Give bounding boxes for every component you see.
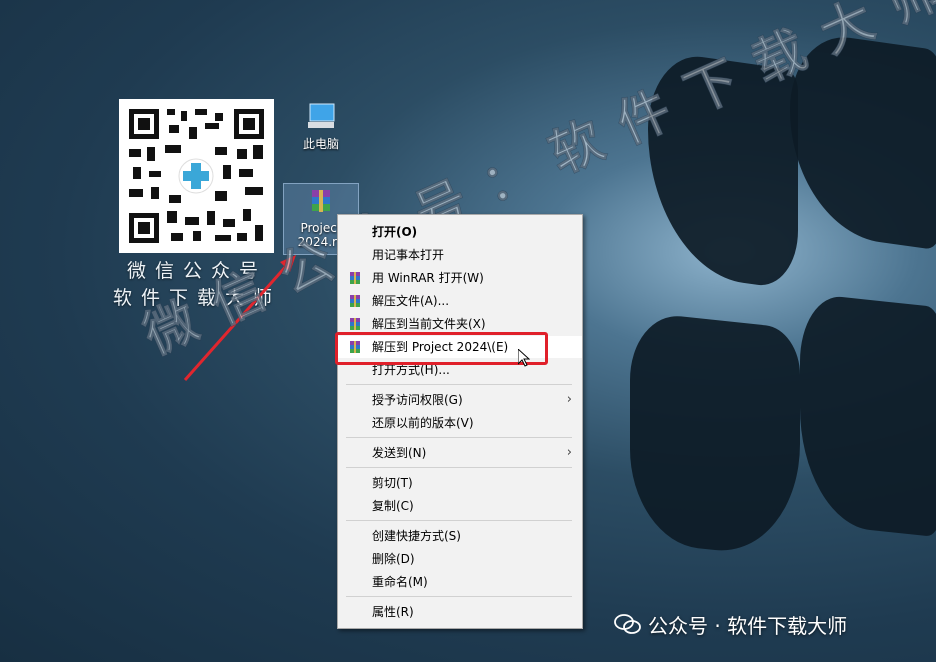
winrar-icon [350,318,360,330]
menu-separator [346,384,572,385]
menu-item-rename[interactable]: 重命名(M) [338,571,582,593]
menu-item-create-shortcut[interactable]: 创建快捷方式(S) [338,525,582,547]
chevron-right-icon: › [566,445,572,460]
menu-item-copy[interactable]: 复制(C) [338,495,582,517]
menu-item-properties[interactable]: 属性(R) [338,601,582,623]
menu-separator [346,467,572,468]
footer-account-name: 公众号 · 软件下载大师 [648,614,848,638]
menu-separator [346,596,572,597]
winrar-icon [350,295,360,307]
menu-item-extract-files[interactable]: 解压文件(A)... [338,290,582,312]
menu-separator [346,437,572,438]
highlight-box [335,332,548,365]
menu-item-give-access[interactable]: 授予访问权限(G) › [338,389,582,411]
wechat-icon [614,614,641,634]
context-menu: 打开(O) 用记事本打开 用 WinRAR 打开(W) 解压文件(A)... 解… [337,214,583,629]
menu-item-open-with-winrar[interactable]: 用 WinRAR 打开(W) [338,267,582,289]
menu-item-cut[interactable]: 剪切(T) [338,472,582,494]
menu-separator [346,520,572,521]
menu-item-restore-versions[interactable]: 还原以前的版本(V) [338,412,582,434]
chevron-right-icon: › [566,392,572,407]
menu-item-open-with-notepad[interactable]: 用记事本打开 [338,244,582,266]
menu-item-open[interactable]: 打开(O) [338,221,582,243]
menu-item-send-to[interactable]: 发送到(N) › [338,442,582,464]
winrar-icon [350,272,360,284]
mouse-cursor-icon [518,349,530,367]
menu-item-delete[interactable]: 删除(D) [338,548,582,570]
